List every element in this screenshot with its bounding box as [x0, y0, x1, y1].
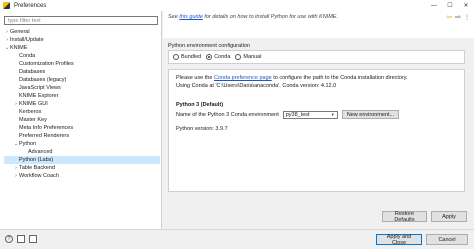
help-icon[interactable]: ? — [5, 235, 13, 243]
conda-info-line: Please use the Conda preference page to … — [176, 75, 408, 81]
cancel-button[interactable]: Cancel — [426, 234, 468, 245]
env-dropdown[interactable]: py38_test ▼ — [282, 110, 338, 119]
import-icon[interactable] — [17, 235, 25, 243]
tree-item-label: Python (Labs) — [19, 157, 54, 163]
new-environment-button[interactable]: New environment... — [341, 110, 400, 119]
window-title: Preferences — [14, 2, 47, 9]
tree-item[interactable]: ⌄ KNIME — [4, 44, 160, 52]
env-label: Name of the Python 3 Conda environment — [176, 111, 279, 118]
tree-item-label: Meta Info Preferences — [19, 125, 74, 131]
dialog-button-bar: ? Apply and Close Cancel — [0, 229, 474, 249]
tree-item-label: Master Key — [19, 117, 47, 123]
guide-suffix: for details on how to install Python for… — [202, 14, 338, 20]
conda-preference-link[interactable]: Conda preference page — [214, 75, 272, 81]
tree-item[interactable]: Master Key — [4, 116, 160, 124]
filter-input[interactable] — [4, 16, 158, 25]
env-type-radio-group: Bundled Conda Manual — [168, 50, 465, 64]
apply-button[interactable]: Apply — [431, 211, 467, 222]
tree-item-label: JavaScript Views — [19, 85, 61, 91]
conda-settings-box: Please use the Conda preference page to … — [168, 69, 465, 192]
preferences-tree: › General › Install/Update ⌄ KNIME Conda Custom… — [4, 28, 160, 180]
tree-item-label: Preferred Renderers — [19, 133, 70, 139]
tree-item[interactable]: ⌄ Python — [4, 140, 160, 148]
tree-item-label: Advanced — [28, 149, 53, 155]
tree-item-label: KNIME Explorer — [19, 93, 59, 99]
tree-item-label: Customization Profiles — [19, 61, 74, 67]
preferences-navigation: ›General›Install/Update⌄KNIMEConda Custom… — [0, 11, 162, 229]
minimize-button[interactable]: — — [426, 0, 442, 11]
tree-item[interactable]: › Workflow Coach — [4, 172, 160, 180]
radio-circle-icon[interactable] — [235, 54, 242, 60]
tree-item-label: Python — [19, 141, 37, 147]
close-button[interactable]: ✕ — [458, 0, 474, 11]
tree-item[interactable]: KNIME Explorer — [4, 92, 160, 100]
export-icon[interactable] — [29, 235, 37, 243]
tree-item[interactable]: Preferred Renderers — [4, 132, 160, 140]
tree-item-label: General — [10, 29, 30, 35]
conda-using-line: Using Conda at 'C:\Users\Daria\anaconda'… — [176, 83, 337, 89]
tree-item[interactable]: › KNIME GUI — [4, 100, 160, 108]
tree-item-label: KNIME — [10, 45, 28, 51]
tree-item[interactable]: Customization Profiles — [4, 60, 160, 68]
guide-link[interactable]: this guide — [179, 14, 203, 20]
conda-info-prefix: Please use the — [176, 75, 214, 81]
radio-circle-icon[interactable] — [173, 54, 179, 60]
guide-prefix: See — [168, 14, 180, 20]
radio-label: Manual — [243, 54, 262, 60]
tree-item-label: Install/Update — [10, 37, 44, 43]
guide-text: See this guide for details on how to ins… — [168, 14, 338, 20]
radio-label: Bundled — [181, 54, 202, 60]
tree-item[interactable]: Kerberos — [4, 108, 160, 116]
app-icon — [3, 2, 10, 9]
tree-item-label: Kerberos — [19, 109, 42, 115]
radio-manual[interactable]: Manual — [235, 54, 261, 60]
tree-item[interactable]: Advanced — [4, 148, 160, 156]
tree-item[interactable]: › Install/Update — [4, 36, 160, 44]
restore-defaults-button[interactable]: Restore Defaults — [382, 211, 427, 223]
tree-item-label: KNIME GUI — [19, 101, 48, 107]
tree-item[interactable]: Databases (legacy) — [4, 76, 160, 84]
page-nav: ⇦ ⇨ ⋮ — [446, 13, 470, 21]
back-arrow-icon[interactable]: ⇦ — [446, 13, 452, 21]
radio-label: Conda — [214, 54, 231, 60]
python-version: Python version: 3.9.7 — [176, 126, 228, 132]
forward-arrow-icon[interactable]: ⇨ — [455, 13, 461, 21]
maximize-button[interactable]: ☐ — [442, 0, 458, 11]
tree-item-label: Table Backend — [19, 165, 56, 171]
radio-circle-icon[interactable] — [206, 54, 213, 60]
apply-and-close-button[interactable]: Apply and Close — [376, 234, 422, 246]
tree-item[interactable]: › Table Backend — [4, 164, 160, 172]
tree-item[interactable]: Databases — [4, 68, 160, 76]
tree-item-label: Workflow Coach — [19, 173, 59, 179]
env-config-heading: Python environment configuration — [168, 43, 250, 49]
tree-item[interactable]: › General — [4, 28, 160, 36]
tree-item[interactable]: JavaScript Views — [4, 84, 160, 92]
tree-item[interactable]: Python (Labs) — [4, 156, 160, 164]
tree-item[interactable]: Meta Info Preferences — [4, 124, 160, 132]
tree-item-label: Databases — [19, 69, 46, 75]
env-row: Name of the Python 3 Conda environment p… — [176, 110, 400, 119]
env-dropdown-value: py38_test — [285, 111, 310, 118]
window-controls: — ☐ ✕ — [426, 0, 474, 11]
conda-info-suffix: to configure the path to the Conda insta… — [271, 75, 408, 81]
page-header: See this guide for details on how to ins… — [163, 11, 474, 38]
radio-conda[interactable]: Conda — [206, 54, 230, 60]
radio-bundled[interactable]: Bundled — [173, 54, 201, 60]
tree-item-label: Databases (legacy) — [19, 77, 67, 83]
tree-item-label: Conda — [19, 53, 36, 59]
preference-page: See this guide for details on how to ins… — [163, 11, 474, 229]
tree-item[interactable]: Conda — [4, 52, 160, 60]
view-menu-icon[interactable]: ⋮ — [464, 14, 470, 21]
python3-heading: Python 3 (Default) — [176, 102, 224, 108]
title-bar: Preferences — ☐ ✕ — [0, 0, 474, 11]
chevron-down-icon: ▼ — [330, 112, 335, 117]
